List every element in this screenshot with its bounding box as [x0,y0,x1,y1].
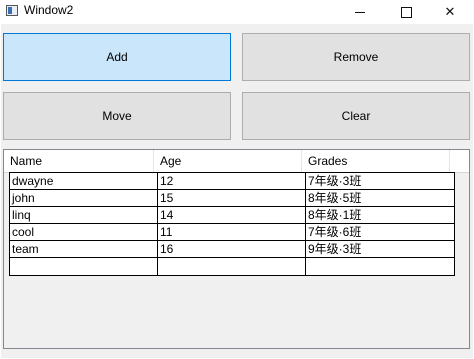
add-button[interactable]: Add [3,33,231,81]
column-header-grades[interactable]: Grades [302,150,450,172]
cell-age[interactable]: 16 [157,240,306,258]
maximize-button[interactable] [384,0,428,24]
cell-grades[interactable]: 7年级·3班 [305,172,455,190]
table-row[interactable]: team 16 9年级·3班 [9,240,455,258]
window-title: Window2 [24,3,74,17]
cell-name[interactable]: dwayne [9,172,158,190]
minimize-icon [355,11,365,13]
cell-age[interactable] [157,257,306,276]
column-header-filler [450,150,469,172]
table-row[interactable]: cool 11 7年级·6班 [9,223,455,241]
maximize-icon [400,6,412,18]
window-app-icon [6,5,18,16]
table-row[interactable]: linq 14 8年级·1班 [9,206,455,224]
cell-grades[interactable]: 7年级·6班 [305,223,455,241]
cell-name[interactable]: team [9,240,158,258]
cell-grades[interactable] [305,257,455,276]
title-bar: Window2 ✕ [0,0,474,24]
cell-name[interactable]: john [9,189,158,207]
close-icon: ✕ [444,4,456,20]
remove-button[interactable]: Remove [242,33,470,81]
cell-age[interactable]: 14 [157,206,306,224]
cell-name[interactable]: cool [9,223,158,241]
table-row[interactable]: dwayne 12 7年级·3班 [9,172,455,190]
window-client-area: Add Remove Move Clear Name Age Grades dw… [1,24,473,358]
move-button[interactable]: Move [3,92,231,140]
cell-age[interactable]: 15 [157,189,306,207]
grid-rows: dwayne 12 7年级·3班 john 15 8年级·5班 linq 14 … [9,172,455,276]
cell-grades[interactable]: 8年级·5班 [305,189,455,207]
cell-grades[interactable]: 8年级·1班 [305,206,455,224]
cell-name[interactable]: linq [9,206,158,224]
table-row[interactable]: john 15 8年级·5班 [9,189,455,207]
data-grid[interactable]: Name Age Grades dwayne 12 7年级·3班 john 15… [3,149,470,349]
cell-age[interactable]: 12 [157,172,306,190]
minimize-button[interactable] [338,0,382,24]
clear-button[interactable]: Clear [242,92,470,140]
cell-grades[interactable]: 9年级·3班 [305,240,455,258]
cell-age[interactable]: 11 [157,223,306,241]
close-button[interactable]: ✕ [428,0,472,24]
cell-name[interactable] [9,257,158,276]
column-header-age[interactable]: Age [154,150,302,172]
new-row-placeholder[interactable] [9,257,455,276]
column-header-name[interactable]: Name [4,150,154,172]
grid-header: Name Age Grades [4,150,469,173]
